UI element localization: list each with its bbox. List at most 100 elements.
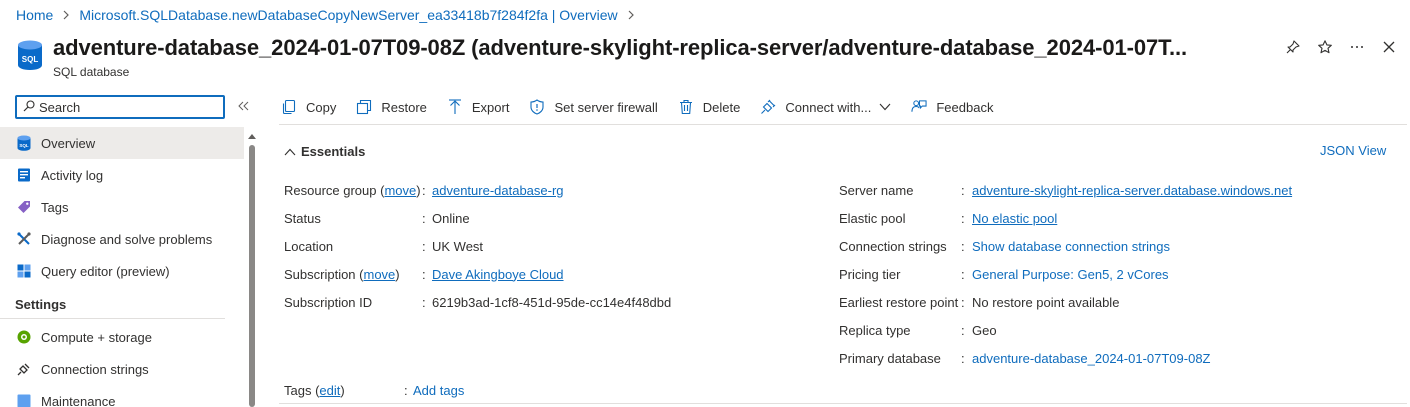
essentials-right-column: Server name : adventure-skylight-replica… <box>839 176 1292 372</box>
copy-button[interactable]: Copy <box>279 92 338 122</box>
close-icon[interactable] <box>1380 38 1398 56</box>
sidebar-item-maintenance[interactable]: Maintenance <box>0 385 244 407</box>
search-input[interactable] <box>39 99 209 115</box>
pricing-tier-label: Pricing tier <box>839 266 901 282</box>
server-name-row: Server name : adventure-skylight-replica… <box>839 182 1293 198</box>
sidebar-item-tags[interactable]: Tags <box>0 191 244 223</box>
add-tags-link[interactable]: Add tags <box>413 383 464 398</box>
sidebar-nav: SQL Overview Activity log Tags Diagnose … <box>0 127 244 407</box>
resource-group-label: Resource group (move) <box>284 182 421 198</box>
sidebar-item-label: Query editor (preview) <box>41 263 170 279</box>
plug-icon <box>760 99 776 115</box>
location-row: Location : UK West <box>284 238 484 254</box>
primary-database-value[interactable]: adventure-database_2024-01-07T09-08Z <box>972 351 1211 366</box>
server-name-label: Server name <box>839 182 914 198</box>
collapse-sidebar-icon[interactable] <box>236 98 252 114</box>
resource-group-move-link[interactable]: move <box>384 183 416 198</box>
sidebar-section-settings: Settings <box>0 287 225 319</box>
svg-text:SQL: SQL <box>22 55 39 64</box>
resource-group-row: Resource group (move) : adventure-databa… <box>284 182 564 198</box>
sidebar-item-label: Maintenance <box>41 393 116 407</box>
delete-button[interactable]: Delete <box>676 92 743 122</box>
restore-point-value: No restore point available <box>972 294 1120 310</box>
chevron-down-icon <box>879 103 891 111</box>
set-server-firewall-label: Set server firewall <box>554 99 658 115</box>
copy-icon <box>281 99 297 115</box>
connect-with-label: Connect with... <box>785 99 872 115</box>
status-value: Online <box>432 210 470 226</box>
sql-database-icon: SQL <box>16 135 32 151</box>
scrollbar-thumb[interactable] <box>249 145 255 407</box>
wrench-icon <box>16 231 32 247</box>
server-name-value[interactable]: adventure-skylight-replica-server.databa… <box>972 183 1292 198</box>
maintenance-icon <box>16 393 32 407</box>
chevron-right-icon <box>62 10 70 20</box>
sidebar-scrollbar[interactable] <box>247 131 257 407</box>
replica-type-label: Replica type <box>839 322 911 338</box>
query-editor-icon <box>16 263 32 279</box>
trash-icon <box>678 99 694 115</box>
location-value: UK West <box>432 238 484 254</box>
search-icon <box>23 99 35 115</box>
shield-icon <box>529 99 545 115</box>
primary-database-row: Primary database : adventure-database_20… <box>839 350 1211 366</box>
subscription-value[interactable]: Dave Akingboye Cloud <box>432 267 564 282</box>
subscription-id-row: Subscription ID : 6219b3ad-1cf8-451d-95d… <box>284 294 672 310</box>
compute-icon <box>16 329 32 345</box>
chevron-right-icon <box>627 10 635 20</box>
export-label: Export <box>471 99 510 115</box>
essentials-left-column: Resource group (move) : adventure-databa… <box>284 176 671 316</box>
activity-log-icon <box>16 167 32 183</box>
search-box[interactable] <box>15 95 225 119</box>
sidebar-item-label: Activity log <box>41 167 104 183</box>
connect-with-button[interactable]: Connect with... <box>758 92 893 122</box>
json-view-link[interactable]: JSON View <box>1320 143 1386 158</box>
breadcrumb-home[interactable]: Home <box>16 7 53 23</box>
location-label: Location <box>284 238 334 254</box>
status-label: Status <box>284 210 321 226</box>
connection-strings-label: Connection strings <box>839 238 947 254</box>
sidebar-item-compute-storage[interactable]: Compute + storage <box>0 321 244 353</box>
sidebar-item-label: Compute + storage <box>41 329 152 345</box>
star-icon[interactable] <box>1316 38 1334 56</box>
elastic-pool-value[interactable]: No elastic pool <box>972 211 1057 226</box>
delete-label: Delete <box>702 99 741 115</box>
command-bar: Copy Restore Export Set server firewall … <box>279 92 1011 122</box>
breadcrumb: Home Microsoft.SQLDatabase.newDatabaseCo… <box>16 6 644 24</box>
restore-point-row: Earliest restore point : No restore poin… <box>839 294 1120 310</box>
scroll-up-icon[interactable] <box>247 131 257 141</box>
export-button[interactable]: Export <box>445 92 512 122</box>
restore-label: Restore <box>381 99 427 115</box>
restore-icon <box>356 99 372 115</box>
sidebar-item-connection-strings[interactable]: Connection strings <box>0 353 244 385</box>
export-icon <box>447 99 463 115</box>
copy-label: Copy <box>306 99 337 115</box>
sidebar-item-label: Overview <box>41 135 96 151</box>
sidebar-item-label: Connection strings <box>41 361 149 377</box>
subscription-row: Subscription (move) : Dave Akingboye Clo… <box>284 266 564 282</box>
pin-icon[interactable] <box>1284 38 1302 56</box>
sidebar-item-label: Tags <box>41 199 69 215</box>
sidebar-item-query-editor[interactable]: Query editor (preview) <box>0 255 244 287</box>
elastic-pool-row: Elastic pool : No elastic pool <box>839 210 1058 226</box>
feedback-icon <box>911 99 927 115</box>
sidebar-item-overview[interactable]: SQL Overview <box>0 127 244 159</box>
breadcrumb-deployment[interactable]: Microsoft.SQLDatabase.newDatabaseCopyNew… <box>79 7 617 23</box>
pricing-tier-value[interactable]: General Purpose: Gen5, 2 vCores <box>972 267 1169 282</box>
resource-group-value[interactable]: adventure-database-rg <box>432 183 564 198</box>
more-icon[interactable] <box>1348 38 1366 56</box>
feedback-button[interactable]: Feedback <box>909 92 995 122</box>
restore-button[interactable]: Restore <box>354 92 429 122</box>
replica-type-row: Replica type : Geo <box>839 322 997 338</box>
tag-icon <box>16 199 32 215</box>
connection-strings-value[interactable]: Show database connection strings <box>972 239 1170 254</box>
sidebar-item-activity-log[interactable]: Activity log <box>0 159 244 191</box>
sidebar-item-diagnose[interactable]: Diagnose and solve problems <box>0 223 244 255</box>
subscription-move-link[interactable]: move <box>364 267 396 282</box>
subscription-id-label: Subscription ID <box>284 294 373 310</box>
tags-row: Tags (edit) : Add tags <box>284 382 465 398</box>
tags-edit-link[interactable]: edit <box>319 383 340 398</box>
set-server-firewall-button[interactable]: Set server firewall <box>527 92 659 122</box>
essentials-toggle[interactable]: Essentials <box>284 144 365 159</box>
replica-type-value: Geo <box>972 322 997 338</box>
